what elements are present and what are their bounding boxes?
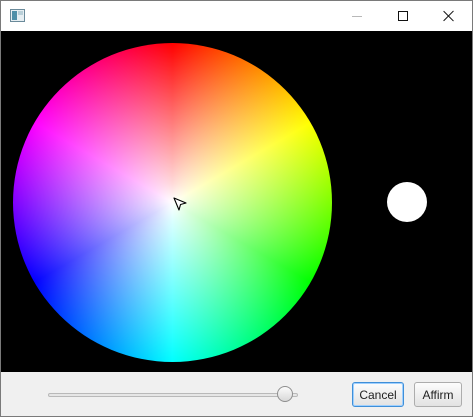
mouse-pointer-icon <box>173 197 187 211</box>
brightness-slider-thumb[interactable] <box>277 386 293 402</box>
color-picker-window: Cancel Affirm <box>0 0 473 417</box>
maximize-button[interactable] <box>380 1 426 31</box>
close-button[interactable] <box>426 1 472 31</box>
minimize-button[interactable] <box>334 1 380 31</box>
app-icon <box>10 9 25 22</box>
affirm-button[interactable]: Affirm <box>414 382 462 407</box>
brightness-slider-track[interactable] <box>48 393 298 397</box>
color-preview-swatch <box>387 182 427 222</box>
title-bar[interactable] <box>1 1 472 31</box>
minimize-icon <box>352 15 362 17</box>
bottom-bar: Cancel Affirm <box>1 372 472 416</box>
maximize-icon <box>398 11 408 21</box>
cancel-button[interactable]: Cancel <box>352 382 404 407</box>
close-icon <box>443 10 455 22</box>
color-picker-canvas <box>1 31 472 372</box>
